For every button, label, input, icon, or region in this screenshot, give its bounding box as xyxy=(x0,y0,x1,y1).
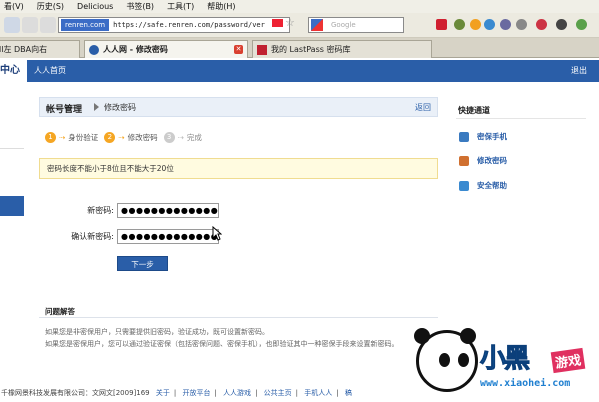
footer-link-mobile[interactable]: 手机人人 xyxy=(304,389,332,397)
tab-dba[interactable]: ll左 DBA向右 xyxy=(0,40,80,58)
page-title: 修改密码 xyxy=(104,103,136,112)
addon-icon[interactable] xyxy=(556,19,567,30)
watermark-game-text: 游戏 xyxy=(550,347,586,374)
faq-answer: 如果您是密保用户，您可以通过验证密保（包括密保问题、密保手机），也即验证其中一种… xyxy=(45,340,399,348)
menu-delicious[interactable]: Delicious xyxy=(73,2,122,11)
confirm-password-label: 确认新密码: xyxy=(71,232,114,241)
breadcrumb: 帐号管理 修改密码 返回 xyxy=(39,97,438,117)
addon-icon[interactable] xyxy=(454,19,465,30)
url-text[interactable]: https://safe.renren.com/password/ver xyxy=(113,21,265,29)
site-header: 中心 人人首页 退出 xyxy=(0,60,599,82)
tab-renren-change-password[interactable]: 人人网 - 修改密码 ✕ xyxy=(84,40,248,58)
browser-tabbar: ll左 DBA向右 人人网 - 修改密码 ✕ 我的 LastPass 密码库 xyxy=(0,38,599,58)
new-password-field[interactable]: ●●●●●●●●●●●●● xyxy=(117,203,219,218)
quick-link-label: 安全帮助 xyxy=(477,181,507,190)
quick-link-label: 密保手机 xyxy=(477,132,507,141)
step-label: 完成 xyxy=(186,132,202,142)
tab-label: ll左 DBA向右 xyxy=(0,45,48,54)
site-logo-fragment: 中心 xyxy=(0,60,27,82)
lastpass-icon xyxy=(257,44,267,55)
faq-divider xyxy=(39,317,438,318)
reload-icon[interactable] xyxy=(40,17,56,33)
forward-icon[interactable] xyxy=(22,17,38,33)
panda-ear xyxy=(460,328,476,344)
step-label: 身份验证 xyxy=(68,132,99,142)
lastpass-icon[interactable] xyxy=(436,19,447,30)
next-button[interactable]: 下一步 xyxy=(117,256,168,271)
menu-view[interactable]: 看(V) xyxy=(0,1,33,12)
footer-link-public-pages[interactable]: 公共主页 xyxy=(264,389,292,397)
footer-link-about[interactable]: 关于 xyxy=(156,389,170,397)
back-icon[interactable] xyxy=(4,17,20,33)
logout-link[interactable]: 退出 xyxy=(571,60,587,82)
mouse-cursor-icon xyxy=(212,226,222,241)
tab-label: 人人网 - 修改密码 xyxy=(103,45,168,54)
faq-title: 问题解答 xyxy=(45,307,75,316)
footer-link-more[interactable]: 稿 xyxy=(345,389,352,397)
step-label: 修改密码 xyxy=(127,132,158,142)
quick-link-label: 修改密码 xyxy=(477,156,507,165)
bookmark-star-icon[interactable]: ☆ xyxy=(285,16,295,29)
step-number: 3 xyxy=(163,131,175,143)
address-bar[interactable]: renren.com https://safe.renren.com/passw… xyxy=(58,17,290,33)
faq-answer: 如果您是非密保用户，只需要提供旧密码，验证成功，既可设置新密码。 xyxy=(45,328,269,336)
confirm-password-field[interactable]: ●●●●●●●●●●●●● xyxy=(117,229,219,244)
tab-lastpass[interactable]: 我的 LastPass 密码库 xyxy=(252,40,432,58)
quick-link-security-phone[interactable]: 密保手机 xyxy=(459,131,507,142)
watermark-text: 小黑 xyxy=(479,344,530,375)
search-placeholder: Google xyxy=(331,21,356,29)
browser-menubar: 看(V) 历史(S) Delicious 书签(B) 工具(T) 帮助(H) xyxy=(0,0,599,13)
menu-history[interactable]: 历史(S) xyxy=(33,1,73,12)
step-arrow-icon: ⇢ xyxy=(118,132,125,142)
site-identity[interactable]: renren.com xyxy=(61,19,110,31)
quick-access-title: 快捷通道 xyxy=(458,106,490,115)
new-password-label: 新密码: xyxy=(87,206,114,215)
menu-tools[interactable]: 工具(T) xyxy=(163,1,203,12)
left-divider xyxy=(0,148,24,149)
addon-icon[interactable] xyxy=(484,19,495,30)
home-link[interactable]: 人人首页 xyxy=(34,60,66,82)
flag-icon xyxy=(272,19,283,27)
step-arrow-icon: ⇢ xyxy=(177,132,184,142)
renren-icon xyxy=(89,44,99,55)
search-box[interactable]: Google xyxy=(308,17,404,33)
menu-help[interactable]: 帮助(H) xyxy=(203,1,244,12)
tab-label: 我的 LastPass 密码库 xyxy=(271,45,351,54)
breadcrumb-arrow-icon xyxy=(94,103,99,111)
left-nav-selected[interactable] xyxy=(0,196,24,216)
addon-icon[interactable] xyxy=(470,19,481,30)
addon-icon[interactable] xyxy=(516,19,527,30)
step-indicator: 1 ⇢ 身份验证 2 ⇢ 修改密码 3 ⇢ 完成 xyxy=(45,131,208,143)
section-title: 帐号管理 xyxy=(46,105,83,115)
back-link[interactable]: 返回 xyxy=(415,102,431,113)
footer-company: 千橡网景科技发展有限公司：文网文[2009]169 xyxy=(1,389,150,397)
menu-bookmarks[interactable]: 书签(B) xyxy=(122,1,163,12)
step-number: 1 xyxy=(45,131,56,143)
close-tab-icon[interactable]: ✕ xyxy=(234,45,243,54)
addon-icon[interactable] xyxy=(576,19,587,30)
quick-link-change-password[interactable]: 修改密码 xyxy=(459,155,507,166)
password-rule-notice: 密码长度不能小于8位且不能大于20位 xyxy=(39,158,438,179)
footer-link-games[interactable]: 人人游戏 xyxy=(223,389,251,397)
quick-access-divider xyxy=(456,118,586,119)
key-icon xyxy=(459,155,469,166)
watermark-logo: 小黑 游戏 www.xiaohei.com xyxy=(410,328,599,402)
step-number: 2 xyxy=(104,131,116,143)
watermark-url: www.xiaohei.com xyxy=(480,378,571,389)
help-icon xyxy=(459,180,469,191)
google-icon xyxy=(311,19,323,31)
step-arrow-icon: ⇢ xyxy=(59,132,66,142)
footer-link-open-platform[interactable]: 开放平台 xyxy=(182,389,210,397)
phone-icon xyxy=(459,131,469,142)
panda-ear xyxy=(414,328,430,344)
browser-navbar: renren.com https://safe.renren.com/passw… xyxy=(0,13,599,38)
addon-icon[interactable] xyxy=(500,19,511,30)
quick-link-security-help[interactable]: 安全帮助 xyxy=(459,180,507,191)
addon-icon[interactable] xyxy=(536,19,547,30)
